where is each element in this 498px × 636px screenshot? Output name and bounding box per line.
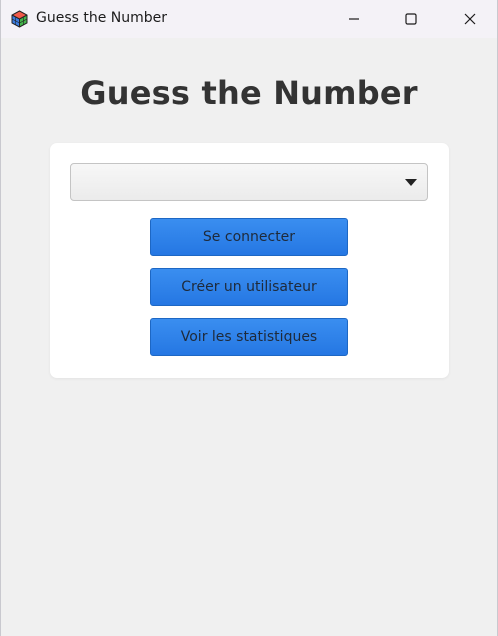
close-icon [464,13,476,25]
page-title: Guess the Number [80,74,418,112]
minimize-icon [349,18,359,20]
main-content: Guess the Number Se connecter Créer un u… [1,38,497,636]
maximize-icon [405,13,417,25]
minimize-button[interactable] [331,0,377,38]
user-select[interactable] [70,163,428,201]
login-button[interactable]: Se connecter [150,218,348,256]
maximize-button[interactable] [388,0,434,38]
window-title: Guess the Number [36,10,168,26]
login-card: Se connecter Créer un utilisateur Voir l… [50,143,449,378]
chevron-down-icon [405,179,417,186]
app-cube-icon [11,10,28,28]
create-user-button[interactable]: Créer un utilisateur [150,268,348,306]
app-window: Guess the Number Guess the Number Se con… [0,0,498,636]
title-bar[interactable]: Guess the Number [1,0,497,38]
view-stats-button[interactable]: Voir les statistiques [150,318,348,356]
close-button[interactable] [447,0,493,38]
